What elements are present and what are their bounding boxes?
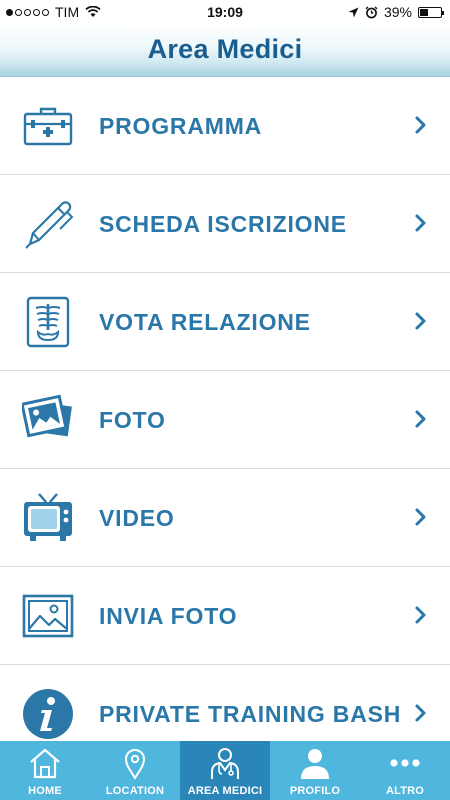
menu-item-programma[interactable]: PROGRAMMA [0,77,450,175]
page-title: Area Medici [147,34,303,64]
info-icon [23,689,73,739]
chevron-right-icon [415,704,426,722]
menu-item-scheda-iscrizione[interactable]: SCHEDA ISCRIZIONE [0,175,450,273]
tab-area-medici[interactable]: AREA MEDICI [180,741,270,800]
menu-item-label: SCHEDA ISCRIZIONE [99,211,347,237]
tab-bar: HOME LOCATION AREA MEDICI PROFILO ALTRO [0,741,450,800]
tab-altro[interactable]: ALTRO [360,741,450,800]
more-icon [390,759,420,767]
doctor-icon [211,748,239,779]
chevron-right-icon [415,508,426,526]
tab-profilo[interactable]: PROFILO [270,741,360,800]
tab-home[interactable]: HOME [0,741,90,800]
status-right: 39% [348,4,444,20]
battery-percent: 39% [383,4,412,20]
chevron-right-icon [415,116,426,134]
tab-label: LOCATION [105,785,165,797]
menu-item-invia-foto[interactable]: INVIA FOTO [0,567,450,665]
menu-item-label: INVIA FOTO [99,603,238,629]
tab-label: ALTRO [385,785,425,797]
status-bar: TIM 19:09 39% [0,0,450,24]
home-icon [30,748,60,779]
tab-location[interactable]: LOCATION [90,741,180,800]
tab-label: HOME [28,785,62,797]
tab-label: PROFILO [289,785,341,797]
medical-kit-icon [23,107,73,146]
menu-item-label: VOTA RELAZIONE [99,309,311,335]
battery-fill [420,8,428,16]
menu-item-video[interactable]: VIDEO [0,469,450,567]
battery-icon [418,6,444,18]
menu-item-label: PRIVATE TRAINING BASH [99,701,402,727]
location-arrow-icon [348,7,359,17]
menu-item-label: VIDEO [99,505,175,531]
person-icon [301,749,329,779]
pen-icon [25,201,74,249]
menu-item-foto[interactable]: FOTO [0,371,450,469]
menu-item-vota-relazione[interactable]: VOTA RELAZIONE [0,273,450,371]
chevron-right-icon [415,606,426,624]
chevron-right-icon [415,312,426,330]
navigation-bar: Area Medici [0,24,450,77]
chevron-right-icon [415,214,426,232]
tab-label: AREA MEDICI [187,785,263,797]
photos-icon [22,394,72,438]
picture-icon [22,594,74,638]
menu-item-label: FOTO [99,407,166,433]
tv-icon [24,493,72,541]
menu-item-label: PROGRAMMA [99,113,263,139]
menu-list: PROGRAMMA SCHEDA ISCRIZIONE VOTA RELAZIO [0,77,450,763]
alarm-icon [365,5,378,18]
xray-icon [26,296,70,348]
location-pin-icon [124,749,146,780]
chevron-right-icon [415,410,426,428]
